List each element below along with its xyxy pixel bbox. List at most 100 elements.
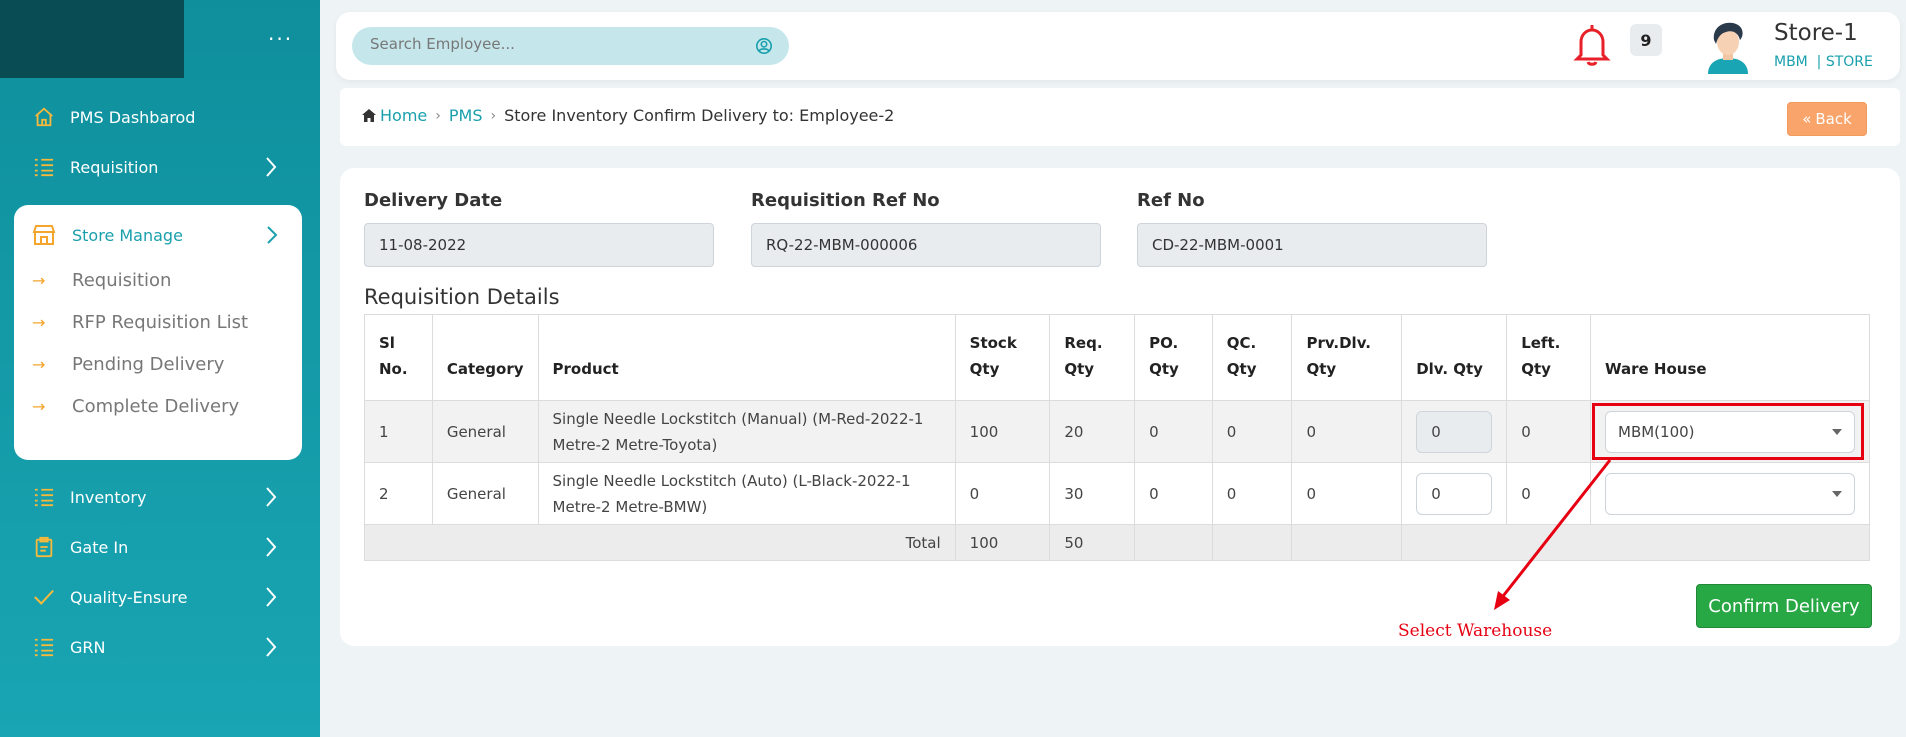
topbar: 9 Store-1 MBM | STORE xyxy=(336,12,1900,80)
sidebar: ··· PMS Dashbarod Requisition Store Mana… xyxy=(0,0,320,737)
cell-req-qty: 30 xyxy=(1049,462,1136,525)
cell-sl: 2 xyxy=(364,462,433,525)
total-empty-cell xyxy=(1211,524,1293,561)
avatar[interactable] xyxy=(1702,18,1754,74)
dropdown-caret-icon xyxy=(1832,490,1842,497)
total-row: Total 100 50 xyxy=(364,524,1870,561)
delivery-date-field: 11-08-2022 xyxy=(364,223,714,267)
bell-icon[interactable] xyxy=(1572,22,1612,68)
submenu-item-label: RFP Requisition List xyxy=(72,311,249,333)
highlight-box xyxy=(1592,403,1864,460)
menu-dots-icon[interactable]: ··· xyxy=(268,29,293,49)
annotation-arrow-icon xyxy=(1494,459,1612,610)
sidebar-item-pms-dashboard[interactable]: PMS Dashbarod xyxy=(30,97,290,137)
search-box xyxy=(352,27,789,65)
user-name: Store-1 xyxy=(1774,20,1858,46)
cell-category: General xyxy=(431,462,539,525)
warehouse-select[interactable] xyxy=(1605,472,1855,515)
arrow-right-icon: → xyxy=(32,396,46,416)
dlv-qty-input: 0 xyxy=(1416,410,1493,453)
sidebar-item-quality-ensure[interactable]: Quality-Ensure xyxy=(30,577,290,617)
sidebar-item-label: Inventory xyxy=(70,487,147,507)
header-text: No. xyxy=(379,360,408,378)
cell-dlv-qty: 0 xyxy=(1401,400,1508,463)
cell-prv-dlv-qty: 0 xyxy=(1291,462,1403,525)
submenu-item-label: Pending Delivery xyxy=(72,353,225,375)
header-text: PO. xyxy=(1149,334,1179,352)
home-icon xyxy=(30,105,58,129)
list-icon xyxy=(30,155,58,179)
cell-req-qty: 20 xyxy=(1049,400,1136,463)
double-chevron-left-icon: « xyxy=(1802,110,1812,128)
col-header-req-qty: Req. Qty xyxy=(1049,314,1136,401)
store-manage-submenu: Store Manage → Requisition → RFP Requisi… xyxy=(14,205,302,460)
header-text: Qty xyxy=(969,360,1000,378)
header-text: Qty xyxy=(1521,360,1551,378)
chevron-right-icon xyxy=(264,536,278,562)
ref-no-field: CD-22-MBM-0001 xyxy=(1137,223,1487,267)
annotation-label: Select Warehouse xyxy=(1398,621,1553,641)
cell-prv-dlv-qty: 0 xyxy=(1291,400,1403,463)
submenu-item-requisition[interactable]: → Requisition xyxy=(32,263,171,297)
sidebar-item-inventory[interactable]: Inventory xyxy=(30,477,290,517)
cell-warehouse xyxy=(1590,462,1870,525)
col-header-warehouse: Ware House xyxy=(1590,314,1870,401)
header-text: Qty xyxy=(1064,360,1095,378)
clipboard-icon xyxy=(30,535,58,559)
col-header-product: Product xyxy=(537,314,956,401)
table-row: 2 General Single Needle Lockstitch (Auto… xyxy=(364,462,1870,525)
submenu-item-pending-delivery[interactable]: → Pending Delivery xyxy=(32,347,224,381)
col-header-qc-qty: QC. Qty xyxy=(1211,314,1293,401)
breadcrumb: Home › PMS › Store Inventory Confirm Del… xyxy=(362,106,894,125)
cell-left-qty: 0 xyxy=(1506,400,1591,463)
arrow-right-icon: → xyxy=(32,270,46,290)
sidebar-item-label: Requisition xyxy=(70,157,159,177)
confirm-delivery-button[interactable]: Confirm Delivery xyxy=(1696,584,1872,628)
back-button[interactable]: « Back xyxy=(1787,102,1867,136)
header-text: Sl xyxy=(379,334,395,352)
sidebar-item-store-manage[interactable]: Store Manage xyxy=(32,217,286,253)
chevron-right-icon xyxy=(264,636,278,662)
notification-count-badge: 9 xyxy=(1630,24,1662,56)
header-text: Qty xyxy=(1149,360,1179,378)
header-text: Qty xyxy=(1226,360,1257,378)
breadcrumb-home-link[interactable]: Home xyxy=(380,106,427,125)
total-empty-cell xyxy=(1134,524,1213,561)
sidebar-item-grn[interactable]: GRN xyxy=(30,627,290,667)
col-header-left-qty: Left. Qty xyxy=(1506,314,1591,401)
cell-qc-qty: 0 xyxy=(1211,462,1293,525)
cell-sl: 1 xyxy=(364,400,433,463)
total-req-qty: 50 xyxy=(1049,524,1136,561)
total-empty-cell xyxy=(1401,524,1870,561)
header-text: QC. xyxy=(1226,334,1257,352)
breadcrumb-pms-link[interactable]: PMS xyxy=(449,106,483,125)
requisition-ref-field: RQ-22-MBM-000006 xyxy=(751,223,1101,267)
user-role: MBM | STORE xyxy=(1774,54,1873,70)
submenu-item-rfp-requisition-list[interactable]: → RFP Requisition List xyxy=(32,305,248,339)
sidebar-item-requisition[interactable]: Requisition xyxy=(30,147,290,187)
sidebar-item-gate-in[interactable]: Gate In xyxy=(30,527,290,567)
chevron-right-icon: › xyxy=(490,107,497,124)
submenu-item-label: Requisition xyxy=(72,269,172,291)
header-text: Req. xyxy=(1064,334,1103,352)
sidebar-item-label: Store Manage xyxy=(72,225,183,245)
sidebar-item-label: Quality-Ensure xyxy=(70,587,188,607)
table-header-row: Sl No. Category Product Stock Qty Req. Qty … xyxy=(364,314,1870,401)
arrow-right-icon: → xyxy=(32,354,46,374)
header-text: Left. xyxy=(1521,334,1561,352)
cell-po-qty: 0 xyxy=(1134,462,1213,525)
search-input[interactable] xyxy=(370,35,730,53)
col-header-prv-dlv-qty: Prv.Dlv. Qty xyxy=(1291,314,1403,401)
user-search-icon[interactable] xyxy=(755,37,773,59)
submenu-item-complete-delivery[interactable]: → Complete Delivery xyxy=(32,389,239,423)
header-text: Stock xyxy=(969,334,1017,352)
breadcrumb-bar: Home › PMS › Store Inventory Confirm Del… xyxy=(340,88,1900,146)
col-header-po-qty: PO. Qty xyxy=(1134,314,1213,401)
header-text: Qty xyxy=(1306,360,1337,378)
sidebar-item-label: GRN xyxy=(70,637,106,657)
sidebar-item-label: Gate In xyxy=(70,537,129,557)
col-header-stock-qty: Stock Qty xyxy=(954,314,1051,401)
list-icon xyxy=(30,485,58,509)
delivery-date-label: Delivery Date xyxy=(364,190,503,211)
store-icon xyxy=(32,224,60,246)
